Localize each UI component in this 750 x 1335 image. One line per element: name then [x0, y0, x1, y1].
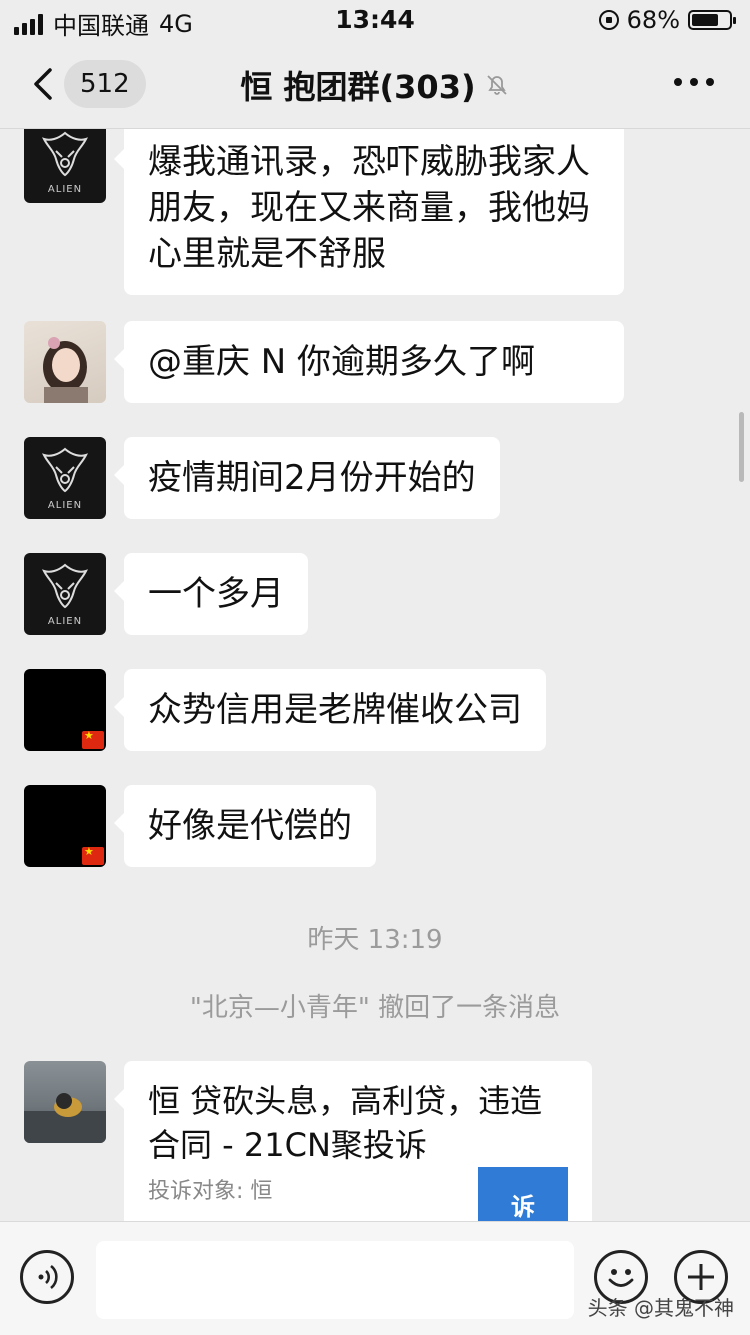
battery-icon	[688, 10, 736, 30]
battery-percent: 68%	[626, 6, 680, 34]
timestamp-divider: 昨天 13:19	[307, 925, 443, 955]
avatar[interactable]: ALIEN	[24, 437, 106, 519]
message-text: 疫情期间2月份开始的	[148, 458, 476, 498]
message-bubble[interactable]: 好像是代偿的	[114, 785, 376, 867]
message-row: ALIEN 一个多月	[24, 553, 308, 635]
input-bar: 头条 @其鬼不神	[0, 1221, 750, 1335]
message-bubble[interactable]: @重庆 N 你逾期多久了啊	[114, 321, 624, 403]
alien-logo-icon	[42, 563, 88, 609]
message-bubble[interactable]: 众势信用是老牌催收公司	[114, 669, 546, 751]
link-card-thumbnail: 诉	[478, 1167, 568, 1221]
sea-photo-icon	[24, 1093, 106, 1143]
more-options-button[interactable]	[674, 78, 714, 86]
avatar[interactable]	[24, 1061, 106, 1143]
avatar[interactable]: ALIEN	[24, 129, 106, 203]
link-card-title: 恒 贷砍头息，高利贷，违造合同 - 21CN聚投诉	[148, 1082, 543, 1164]
message-row: @重庆 N 你逾期多久了啊	[24, 321, 624, 403]
girl-portrait-icon	[43, 337, 88, 403]
status-bar: 中国联通 4G 13:44 68%	[0, 0, 750, 40]
avatar[interactable]	[24, 785, 106, 867]
group-title: 恒 抱团群(303)	[240, 68, 476, 106]
china-flag-icon	[82, 845, 104, 865]
avatar-brand-text: ALIEN	[47, 616, 83, 627]
message-row: 众势信用是老牌催收公司	[24, 669, 546, 751]
avatar[interactable]	[24, 321, 106, 403]
muted-bell-icon	[486, 75, 507, 95]
message-bubble[interactable]: 一个多月	[114, 553, 308, 635]
message-bubble[interactable]: 爆我通讯录，恐吓威胁我家人朋友，现在又来商量，我他妈心里就是不舒服	[114, 129, 624, 295]
message-row: ALIEN 疫情期间2月份开始的	[24, 437, 500, 519]
chat-message-list[interactable]: ALIEN 爆我通讯录，恐吓威胁我家人朋友，现在又来商量，我他妈心里就是不舒服 …	[0, 129, 750, 1221]
alien-logo-icon	[42, 447, 88, 493]
china-flag-icon	[82, 729, 104, 749]
voice-input-icon[interactable]	[20, 1250, 74, 1304]
alien-logo-icon	[42, 131, 88, 177]
avatar[interactable]	[24, 669, 106, 751]
avatar-brand-text: ALIEN	[47, 500, 83, 511]
scrollbar[interactable]	[739, 412, 744, 482]
link-card[interactable]: 恒 贷砍头息，高利贷，违造合同 - 21CN聚投诉 投诉对象: 恒 诉	[114, 1061, 592, 1221]
chat-header: 512 恒 抱团群(303)	[0, 40, 750, 129]
message-text: 一个多月	[148, 574, 284, 614]
rotation-lock-icon	[598, 10, 619, 30]
avatar-brand-text: ALIEN	[47, 184, 83, 195]
message-text: 爆我通讯录，恐吓威胁我家人朋友，现在又来商量，我他妈心里就是不舒服	[148, 142, 590, 274]
message-text: 众势信用是老牌催收公司	[148, 690, 522, 730]
avatar[interactable]: ALIEN	[24, 553, 106, 635]
recall-notice: "北京—小青年" 撤回了一条消息	[189, 993, 561, 1023]
watermark: 头条 @其鬼不神	[587, 1296, 734, 1320]
message-text: @重庆 N 你逾期多久了啊	[148, 342, 536, 382]
message-bubble[interactable]: 疫情期间2月份开始的	[114, 437, 500, 519]
message-row: 好像是代偿的	[24, 785, 376, 867]
message-row: 恒 贷砍头息，高利贷，违造合同 - 21CN聚投诉 投诉对象: 恒 诉	[24, 1061, 592, 1221]
message-row: ALIEN 爆我通讯录，恐吓威胁我家人朋友，现在又来商量，我他妈心里就是不舒服	[24, 129, 624, 295]
message-text: 好像是代偿的	[148, 806, 352, 846]
message-input[interactable]	[96, 1241, 574, 1319]
